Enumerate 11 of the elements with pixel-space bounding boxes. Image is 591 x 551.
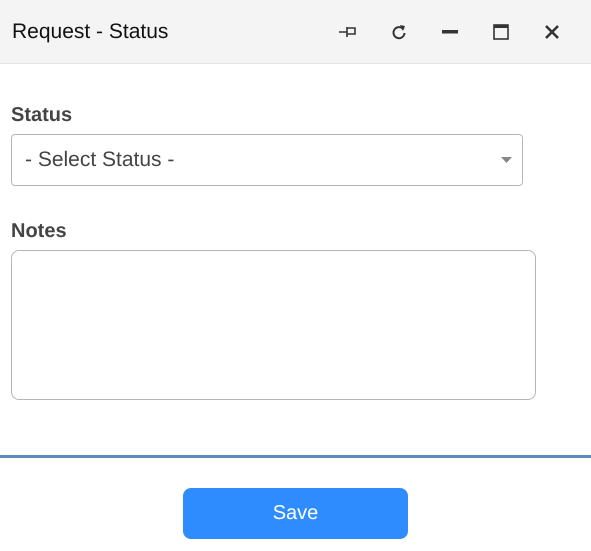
caret-icon bbox=[501, 157, 512, 163]
status-label: Status bbox=[11, 104, 72, 127]
status-select[interactable]: - Select Status - bbox=[11, 134, 523, 186]
notes-label: Notes bbox=[11, 220, 67, 243]
notes-field[interactable] bbox=[11, 250, 536, 400]
window-title: Request - Status bbox=[12, 20, 170, 44]
minimize-icon[interactable] bbox=[442, 30, 458, 34]
refresh-icon[interactable] bbox=[390, 22, 408, 40]
pin-icon[interactable] bbox=[338, 24, 358, 38]
maximize-icon[interactable] bbox=[492, 24, 508, 40]
close-icon[interactable] bbox=[544, 24, 560, 40]
